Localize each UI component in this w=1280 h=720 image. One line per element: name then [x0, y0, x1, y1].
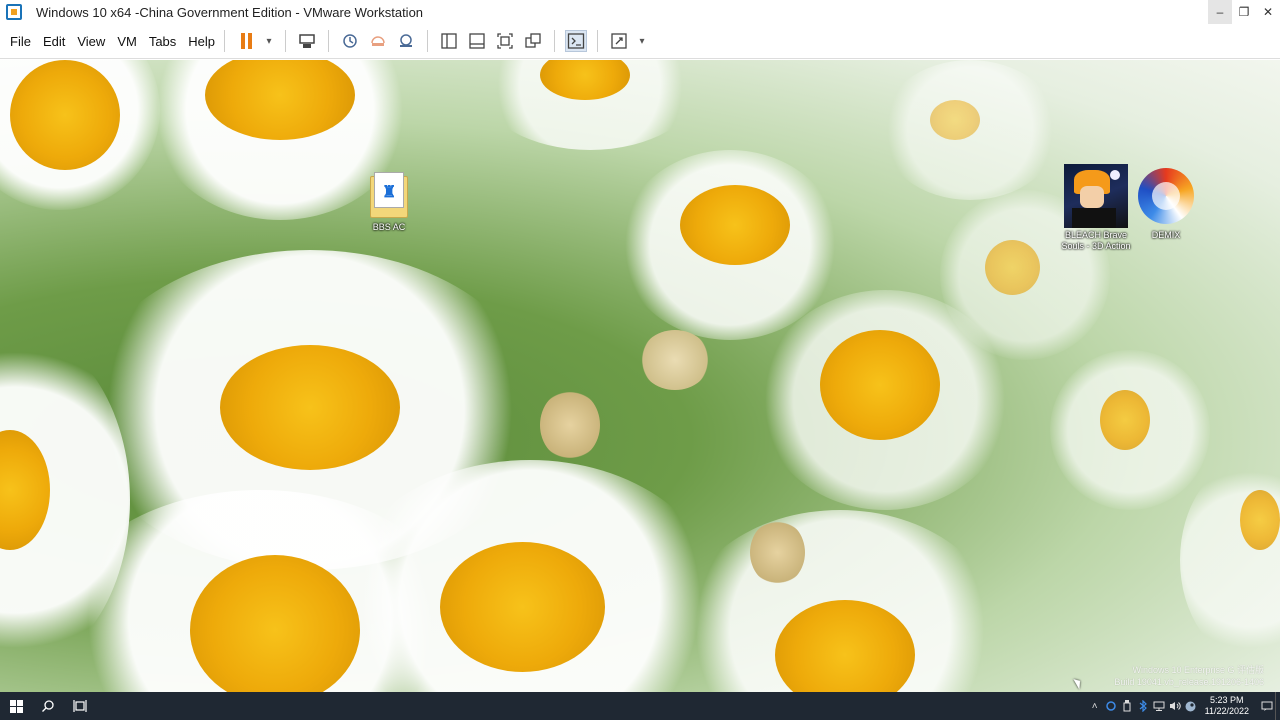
- guest-desktop[interactable]: ♜ BBS AC BLEACH Brave Souls - 3D Action …: [0, 60, 1280, 692]
- vmware-logo-icon: [6, 4, 22, 20]
- usb-icon[interactable]: [1119, 692, 1135, 720]
- watermark-line-2: Build 19041.vb_release.191206-1406: [1114, 677, 1264, 687]
- stretch-dropdown-arrow-icon[interactable]: ▾: [636, 30, 648, 52]
- toolbar-divider: [554, 30, 556, 52]
- thumbnail-icon: [469, 33, 485, 49]
- console-view-icon: [567, 33, 585, 49]
- search-button[interactable]: [32, 692, 64, 720]
- restore-button[interactable]: ❐: [1232, 0, 1256, 24]
- thumbnail-bar-button[interactable]: [466, 30, 488, 52]
- stretch-guest-button[interactable]: [608, 30, 630, 52]
- chevron-up-icon[interactable]: ˄: [1087, 692, 1103, 720]
- stretch-icon: [611, 33, 627, 49]
- full-screen-button[interactable]: [494, 30, 516, 52]
- menu-help[interactable]: Help: [188, 34, 215, 49]
- search-icon: [42, 700, 54, 712]
- power-dropdown-arrow-icon[interactable]: ▾: [263, 30, 275, 52]
- toolbar-divider: [597, 30, 599, 52]
- send-ctrl-alt-del-icon: [299, 34, 315, 48]
- folder-icon: ♜: [368, 170, 410, 220]
- clock-date: 11/22/2022: [1204, 706, 1249, 716]
- task-view-button[interactable]: [64, 692, 96, 720]
- toolbar-divider: [224, 30, 226, 52]
- menu-view[interactable]: View: [77, 34, 105, 49]
- take-snapshot-button[interactable]: [339, 30, 361, 52]
- app-tray-icon[interactable]: [1103, 692, 1119, 720]
- unity-button[interactable]: [522, 30, 544, 52]
- menu-tabs[interactable]: Tabs: [149, 34, 176, 49]
- menu-edit[interactable]: Edit: [43, 34, 65, 49]
- desktop-icon-label: BLEACH Brave Souls - 3D Action: [1061, 230, 1131, 251]
- system-tray: ˄ 5:23 PM 11/22/2022: [1087, 692, 1280, 720]
- snapshot-manager-icon: [400, 34, 413, 47]
- menu-file[interactable]: File: [10, 34, 31, 49]
- mouse-cursor-icon: [1073, 676, 1084, 690]
- title-bar: Windows 10 x64 -China Government Edition…: [0, 0, 1280, 24]
- desktop-icon-label: BBS AC: [372, 222, 406, 232]
- clock-time: 5:23 PM: [1210, 695, 1244, 705]
- minimize-button[interactable]: –: [1208, 0, 1232, 24]
- full-screen-icon: [497, 33, 513, 49]
- bleach-game-icon: [1064, 164, 1128, 228]
- taskbar-clock[interactable]: 5:23 PM 11/22/2022: [1205, 695, 1249, 717]
- library-icon: [441, 33, 457, 49]
- snapshot-manager-button[interactable]: [395, 30, 417, 52]
- watermark-line-1: Windows 10 Enterprise G 评估版: [1132, 665, 1264, 675]
- close-button[interactable]: ✕: [1256, 0, 1280, 24]
- network-icon[interactable]: [1151, 692, 1167, 720]
- snapshot-icon: [343, 34, 357, 48]
- window-controls: – ❐ ✕: [1208, 0, 1280, 24]
- windows-activation-watermark: Windows 10 Enterprise G 评估版 Build 19041.…: [1114, 664, 1264, 688]
- volume-icon[interactable]: [1167, 692, 1183, 720]
- taskbar: ˄ 5:23 PM 11/22/2022: [0, 692, 1280, 720]
- send-ctrl-alt-del-button[interactable]: [296, 30, 318, 52]
- toolbar-divider: [328, 30, 330, 52]
- window-title: Windows 10 x64 -China Government Edition…: [36, 4, 424, 20]
- demix-icon: [1138, 168, 1194, 224]
- revert-snapshot-icon: [371, 36, 385, 46]
- toolbar-divider: [427, 30, 429, 52]
- desktop-icon-label: DEMIX: [1151, 230, 1181, 240]
- desktop-icon-demix[interactable]: DEMIX: [1131, 164, 1201, 241]
- revert-snapshot-button[interactable]: [367, 30, 389, 52]
- show-desktop-button[interactable]: [1275, 692, 1280, 720]
- toolbar-divider: [285, 30, 287, 52]
- pause-button[interactable]: [235, 30, 257, 52]
- unity-icon: [525, 33, 541, 48]
- show-library-button[interactable]: [438, 30, 460, 52]
- bluetooth-icon[interactable]: [1135, 692, 1151, 720]
- notification-icon[interactable]: [1259, 692, 1275, 720]
- desktop-icon-bleach[interactable]: BLEACH Brave Souls - 3D Action: [1061, 164, 1131, 252]
- menu-vm[interactable]: VM: [117, 34, 137, 49]
- console-view-button[interactable]: [565, 30, 588, 52]
- task-view-icon: [73, 700, 87, 712]
- steam-icon[interactable]: [1183, 692, 1199, 720]
- desktop-icon-bbs-ac[interactable]: ♜ BBS AC: [354, 170, 424, 233]
- windows-start-icon: [9, 699, 23, 713]
- menu-toolbar: File Edit View VM Tabs Help ▾ ▾: [0, 24, 1280, 59]
- start-button[interactable]: [0, 692, 32, 720]
- pause-icon: [240, 33, 252, 49]
